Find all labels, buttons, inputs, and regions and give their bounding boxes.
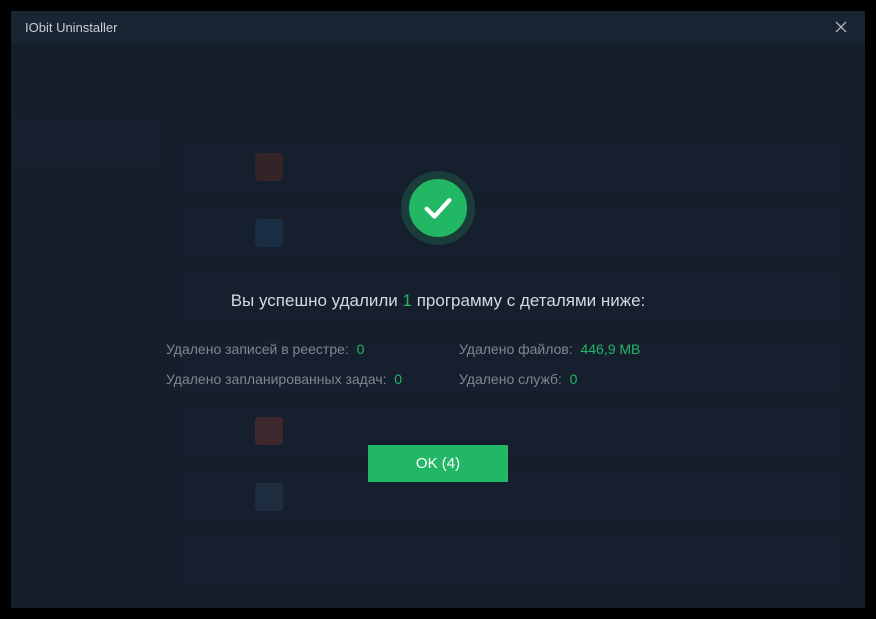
stat-services-value: 0 [570,371,578,387]
stat-registry: Удалено записей в реестре: 0 [166,341,417,357]
stat-registry-label: Удалено записей в реестре: [166,341,349,357]
modal-overlay: Вы успешно удалили 1 программу с деталям… [11,43,865,608]
stat-registry-value: 0 [357,341,365,357]
stat-tasks-label: Удалено запланированных задач: [166,371,387,387]
stats-grid: Удалено записей в реестре: 0 Удалено фай… [158,341,718,387]
stat-tasks-value: 0 [394,371,402,387]
app-window: IObit Uninstaller [11,11,865,608]
headline-count: 1 [403,291,412,310]
success-headline: Вы успешно удалили 1 программу с деталям… [158,291,718,311]
stat-services-label: Удалено служб: [459,371,562,387]
stat-tasks: Удалено запланированных задач: 0 [166,371,417,387]
titlebar: IObit Uninstaller [11,11,865,43]
stat-files-value: 446,9 MB [580,341,640,357]
ok-button[interactable]: OK (4) [368,445,508,482]
headline-post: программу с деталями ниже: [412,291,645,310]
headline-pre: Вы успешно удалили [231,291,403,310]
window-title: IObit Uninstaller [25,20,117,35]
outer-frame: IObit Uninstaller [0,0,876,619]
stat-files: Удалено файлов: 446,9 MB [459,341,710,357]
modal-content: Вы успешно удалили 1 программу с деталям… [158,171,718,482]
stat-services: Удалено служб: 0 [459,371,710,387]
close-icon[interactable] [831,17,851,37]
success-check-icon [401,171,475,245]
stat-files-label: Удалено файлов: [459,341,573,357]
